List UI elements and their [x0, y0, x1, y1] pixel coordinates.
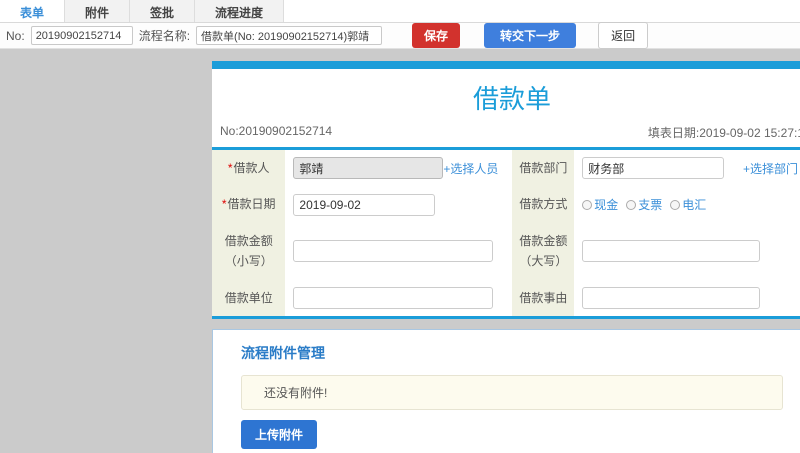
- department-label: 借款部门: [512, 150, 575, 187]
- borrower-input[interactable]: [293, 157, 444, 180]
- tab-bar: 表单 附件 签批 流程进度: [0, 0, 800, 23]
- loan-reason-label: 借款事由: [512, 279, 575, 316]
- attachments-heading: 流程附件管理: [241, 344, 325, 361]
- process-name-input[interactable]: [196, 26, 383, 45]
- content-area: 借款单 No:20190902152714 填表日期:2019-09-02 15…: [0, 49, 800, 453]
- table-row: *借款日期 借款方式 现金 支票 电汇: [212, 186, 800, 223]
- no-label: No:: [6, 28, 25, 43]
- form-no-text: No:20190902152714: [220, 124, 333, 138]
- loan-date-label: *借款日期: [212, 186, 286, 223]
- radio-icon: [670, 200, 681, 211]
- back-button[interactable]: 返回: [598, 22, 649, 49]
- tab-attachments[interactable]: 附件: [65, 0, 131, 22]
- tab-progress[interactable]: 流程进度: [195, 0, 285, 22]
- tab-form[interactable]: 表单: [0, 0, 66, 22]
- loan-method-radios: 现金 支票 电汇: [582, 196, 800, 213]
- select-person-link[interactable]: +选择人员: [443, 160, 498, 177]
- loan-form-panel: 借款单 No:20190902152714 填表日期:2019-09-02 15…: [212, 61, 800, 319]
- toolbar: No: 流程名称: 保存 转交下一步 返回: [0, 22, 800, 49]
- amount-upper-input[interactable]: [582, 240, 761, 263]
- loan-method-label: 借款方式: [512, 186, 575, 223]
- no-input[interactable]: [30, 26, 133, 45]
- process-name-label: 流程名称:: [138, 29, 191, 43]
- borrower-label: *借款人: [212, 150, 286, 187]
- tab-approval[interactable]: 签批: [130, 0, 196, 22]
- form-meta-row: No:20190902152714 填表日期:2019-09-02 15:27:…: [212, 120, 800, 147]
- save-button[interactable]: 保存: [412, 23, 461, 48]
- panel-top-accent: [212, 61, 800, 69]
- loan-form-table: *借款人 +选择人员 借款部门 +选择部门: [212, 150, 800, 316]
- amount-lower-label: 借款金额（小写）: [212, 222, 286, 280]
- loan-unit-label: 借款单位: [212, 279, 286, 316]
- no-attachments-alert: 还没有附件!: [241, 374, 783, 410]
- radio-icon: [582, 200, 593, 211]
- radio-cash[interactable]: 现金: [582, 196, 618, 213]
- loan-date-input[interactable]: [293, 193, 436, 216]
- amount-lower-input[interactable]: [293, 240, 494, 263]
- table-row: 借款金额（小写） 借款金额（大写）: [212, 222, 800, 280]
- loan-unit-input[interactable]: [293, 286, 494, 309]
- upload-attachment-button[interactable]: 上传附件: [241, 419, 318, 449]
- loan-reason-input[interactable]: [582, 286, 761, 309]
- attachments-panel: 流程附件管理 还没有附件! 上传附件: [212, 328, 800, 453]
- radio-cheque[interactable]: 支票: [626, 196, 662, 213]
- amount-upper-label: 借款金额（大写）: [512, 222, 575, 280]
- next-step-button[interactable]: 转交下一步: [484, 23, 577, 48]
- department-input[interactable]: [582, 157, 725, 180]
- page-title: 借款单: [472, 84, 551, 114]
- table-row: 借款单位 借款事由: [212, 279, 800, 316]
- radio-icon: [626, 200, 637, 211]
- form-date-text: 填表日期:2019-09-02 15:27:1: [647, 126, 800, 140]
- table-row: *借款人 +选择人员 借款部门 +选择部门: [212, 150, 800, 187]
- radio-wire[interactable]: 电汇: [670, 196, 706, 213]
- select-department-link[interactable]: +选择部门: [743, 160, 798, 177]
